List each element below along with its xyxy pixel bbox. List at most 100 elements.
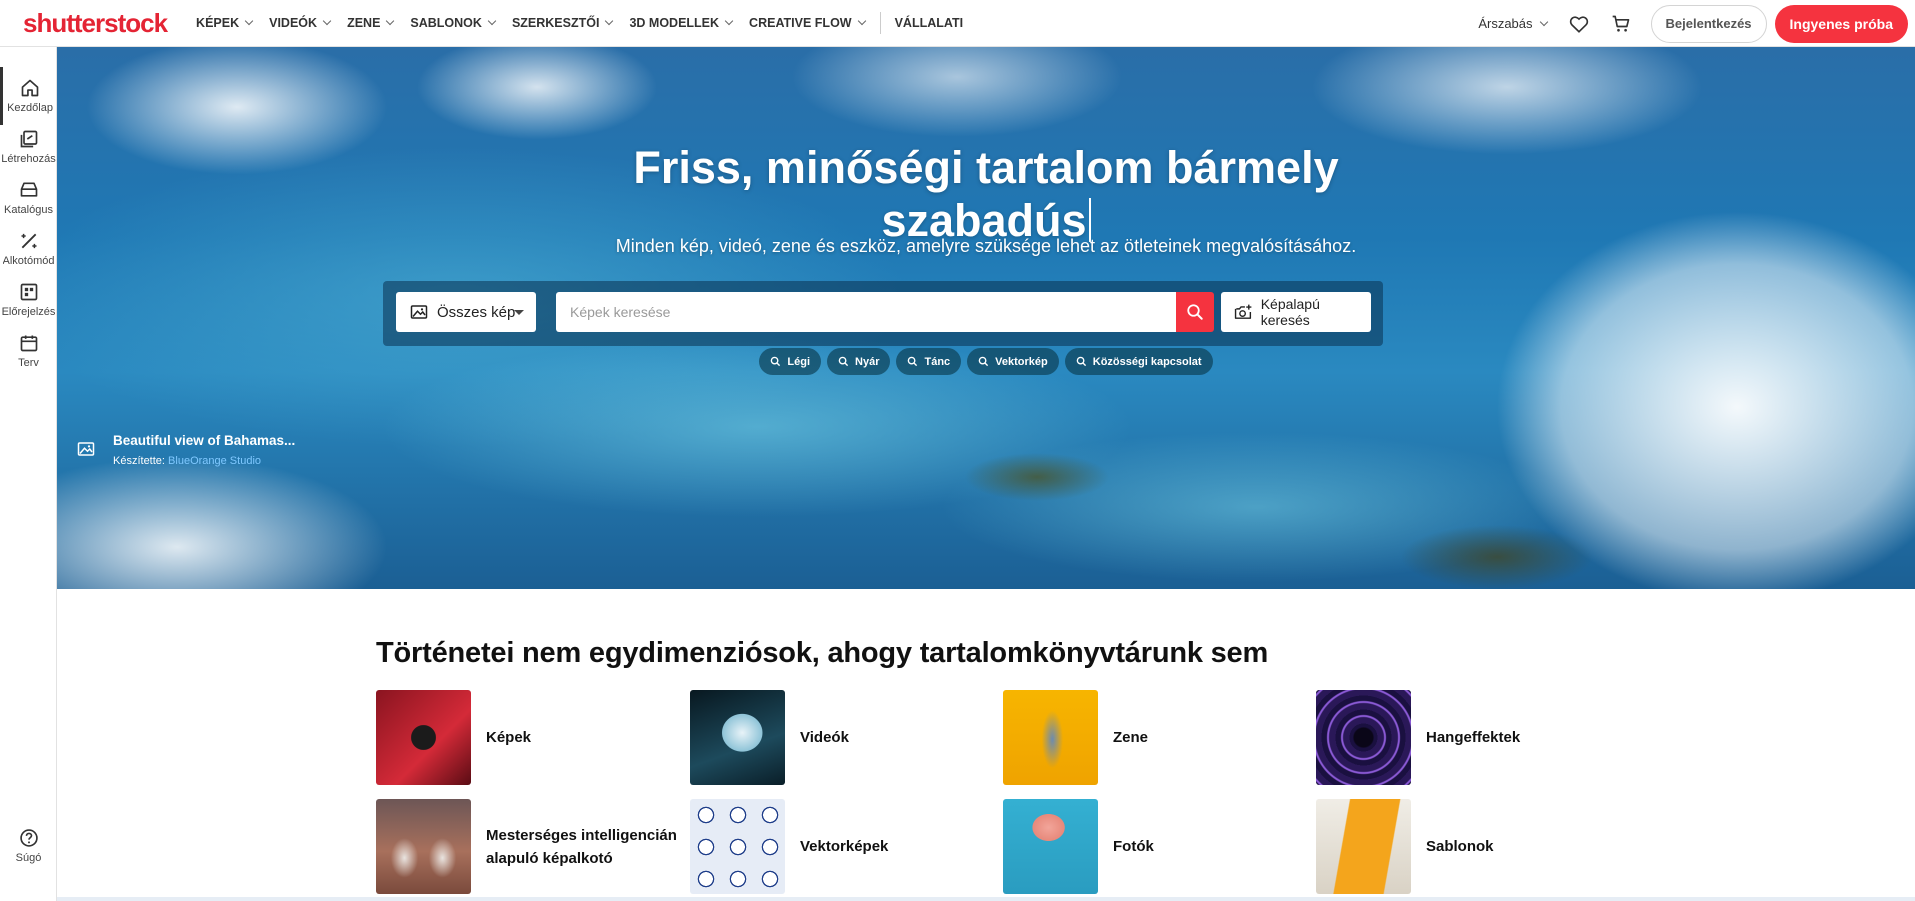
cart-button[interactable] [1609,12,1633,36]
category-label: Videók [800,729,849,746]
edit-icon [21,233,36,249]
sidebar-item-label: Alkotómód [2,255,55,267]
suggestion-chip-label: Vektorkép [995,355,1048,368]
chevron-down-icon [386,16,395,26]
image-search-label: Képalapú keresés [1260,296,1320,328]
catalog-icon [20,182,37,197]
nav-music-label: ZENE [347,16,381,30]
nav-images-label: KÉPEK [196,16,240,30]
nav-enterprise-label: VÁLLALATI [894,16,964,30]
image-search-button[interactable]: Képalapú keresés [1221,292,1371,332]
sidebar-item-home[interactable]: Kezdőlap [0,67,57,125]
nav-3d-models[interactable]: 3D MODELLEK [629,16,734,30]
nav-music[interactable]: ZENE [347,16,395,30]
suggestion-chip[interactable]: Vektorkép [967,348,1059,375]
image-icon [410,305,428,319]
image-icon [77,442,95,456]
nav-divider [879,12,881,34]
image-credit-author-link[interactable]: BlueOrange Studio [168,455,261,467]
top-navigation-bar: shutterstock KÉPEK VIDEÓK ZENE SABLONOK … [0,0,1915,47]
category-thumbnail [690,799,785,894]
image-credit-title[interactable]: Beautiful view of Bahamas... [113,433,295,448]
search-icon [771,356,781,367]
category-label: Mesterséges intelligencián alapuló képal… [486,826,677,867]
category-card-photos[interactable]: Fotók [1003,799,1154,894]
category-thumbnail [1316,690,1411,785]
free-trial-button[interactable]: Ingyenes próba [1774,4,1908,43]
category-card-videos[interactable]: Videók [690,690,849,785]
suggestion-chip[interactable]: Nyár [827,348,891,375]
sidebar-item-label: Katalógus [4,204,53,216]
category-thumbnail [376,690,471,785]
suggestion-chip-label: Közösségi kapcsolat [1092,355,1202,368]
suggestion-chip[interactable]: Közösségi kapcsolat [1064,348,1213,375]
chevron-down-icon [244,16,254,26]
hero-title-line1: Friss, minőségi tartalom bármely [633,142,1339,193]
sidebar-item-forecast[interactable]: Előrejelzés [0,271,57,329]
category-card-vectors[interactable]: Vektorképek [690,799,888,894]
hero-title: Friss, minőségi tartalom bármely szabadú… [57,141,1915,247]
sidebar-item-label: Terv [18,357,39,369]
media-type-select[interactable]: Összes kép [396,292,536,332]
suggestion-chip-label: Nyár [855,355,880,368]
category-thumbnail [1003,799,1098,894]
sidebar-item-catalog[interactable]: Katalógus [0,169,57,227]
chevron-down-icon [1539,17,1548,26]
sidebar-item-create[interactable]: Létrehozás [0,118,57,176]
camera-plus-icon [1234,304,1252,319]
search-icon [1187,304,1203,320]
shutterstock-logo[interactable]: shutterstock [23,8,168,39]
suggestion-chip[interactable]: Légi [759,348,822,375]
category-thumbnail [690,690,785,785]
nav-images[interactable]: KÉPEK [196,16,254,30]
category-thumbnail [1003,690,1098,785]
search-input[interactable] [556,292,1176,332]
help-icon [19,829,38,847]
suggestion-chip-label: Légi [787,355,811,368]
suggested-searches: Légi Nyár Tánc Vektorkép Közösségi kapcs… [57,348,1915,375]
chevron-down-icon [322,16,332,26]
nav-creative-flow-label: CREATIVE FLOW [749,16,852,30]
search-icon [908,356,918,367]
nav-templates[interactable]: SABLONOK [410,16,497,30]
pricing-dropdown[interactable]: Árszabás [1478,16,1548,31]
category-card-sound-effects[interactable]: Hangeffektek [1316,690,1520,785]
forecast-icon [20,283,37,301]
sidebar-item-plan[interactable]: Terv [0,322,57,380]
nav-3d-models-label: 3D MODELLEK [629,16,720,30]
image-credit: Beautiful view of Bahamas... Készítette:… [77,433,295,467]
search-panel: Összes kép Képalapú keresés [383,281,1383,346]
nav-enterprise[interactable]: VÁLLALATI [895,16,964,30]
nav-videos[interactable]: VIDEÓK [269,16,332,30]
category-card-music[interactable]: Zene [1003,690,1148,785]
category-card-ai-generator[interactable]: Mesterséges intelligencián alapuló képal… [376,799,686,894]
topbar-actions: Árszabás Bejelentkezés Ingyenes próba [1478,0,1915,47]
category-label: Vektorképek [800,838,889,855]
sidebar-item-edit[interactable]: Alkotómód [0,220,57,278]
favorites-button[interactable] [1567,12,1591,36]
category-label: Képek [486,729,532,746]
category-card-templates[interactable]: Sablonok [1316,799,1494,894]
chevron-down-icon [724,16,734,26]
category-label: Zene [1113,729,1149,746]
search-icon [838,356,849,367]
sidebar-item-label: Előrejelzés [1,306,56,318]
create-icon [20,130,37,148]
sidebar-item-label: Kezdőlap [7,102,53,114]
caret-down-icon [514,310,524,315]
sidebar-item-label: Létrehozás [1,153,56,165]
page-bottom-edge [57,897,1915,901]
sidebar-item-label: Súgó [15,852,42,864]
search-button[interactable] [1176,292,1214,332]
category-card-images[interactable]: Képek [376,690,531,785]
suggestion-chip[interactable]: Tánc [896,348,962,375]
login-button[interactable]: Bejelentkezés [1650,4,1767,43]
nav-templates-label: SABLONOK [410,16,482,30]
chevron-down-icon [857,16,866,26]
nav-editorial[interactable]: SZERKESZTŐI [512,16,614,30]
search-icon [978,356,989,367]
nav-creative-flow[interactable]: CREATIVE FLOW [749,16,866,30]
left-sidebar: Kezdőlap Létrehozás Katalógus Alkotómód … [0,47,57,901]
search-icon [1076,356,1086,367]
sidebar-item-help[interactable]: Súgó [0,817,57,875]
